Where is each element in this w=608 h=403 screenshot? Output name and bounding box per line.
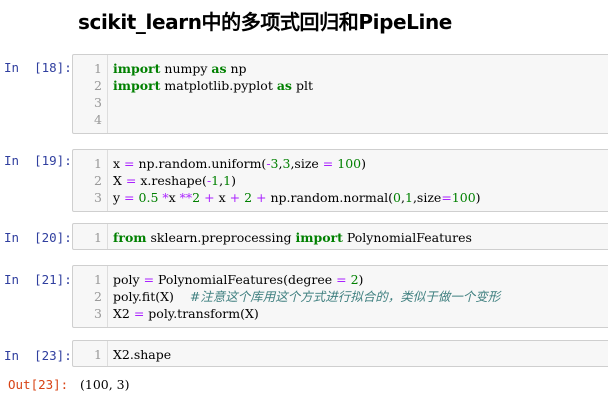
code-token: PolynomialFeatures — [342, 230, 472, 245]
input-prompt: In [19]: — [4, 153, 72, 168]
line-number: 3 — [94, 306, 102, 321]
code-token: matplotlib.pyplot — [160, 78, 277, 93]
code-token: y — [113, 190, 125, 205]
code-token: poly — [113, 272, 144, 287]
code-token: poly.transform(X) — [144, 306, 259, 321]
line-number: 2 — [94, 173, 102, 188]
operator-token: = — [125, 173, 137, 188]
code-line[interactable]: y = 0.5 *x **2 + x + 2 + np.random.norma… — [113, 189, 481, 206]
input-prompt: In [20]: — [4, 230, 72, 245]
code-cell[interactable]: 1 X2.shape — [72, 340, 608, 367]
code-token: x — [113, 156, 125, 171]
line-number: 1 — [94, 61, 102, 76]
code-token: X — [113, 173, 126, 188]
number-token: 1 — [404, 190, 413, 205]
code-token: plt — [291, 78, 313, 93]
keyword-token: as — [276, 78, 292, 93]
code-token: ,size — [412, 190, 442, 205]
operator-token: = — [441, 190, 452, 205]
code-token: x.reshape( — [136, 173, 207, 188]
line-number: 4 — [94, 112, 102, 127]
code-token: np.random.normal( — [266, 190, 394, 205]
code-token: ) — [358, 272, 364, 287]
line-number: 2 — [94, 289, 102, 304]
number-token: 2 — [192, 190, 201, 205]
number-token: 3 — [270, 156, 279, 171]
code-token: X2.shape — [113, 347, 172, 362]
output-prompt: Out[23]: — [8, 377, 69, 392]
code-token: poly.fit(X) — [113, 289, 190, 304]
operator-token: + — [256, 190, 267, 205]
code-token: x — [168, 190, 180, 205]
operator-token: + — [204, 190, 215, 205]
keyword-token: import — [113, 78, 161, 93]
code-token: x — [214, 190, 230, 205]
code-token: np — [226, 61, 247, 76]
keyword-token: as — [211, 61, 227, 76]
code-cell[interactable]: 1 import numpy as np 2 import matplotlib.py… — [72, 54, 608, 134]
line-number: 3 — [94, 95, 102, 110]
code-cell[interactable]: 1 poly = PolynomialFeatures(degree = 2) 2 p… — [72, 265, 608, 328]
code-cell[interactable]: 1 from sklearn.preprocessing import Polyn… — [72, 223, 608, 250]
code-token: ) — [475, 190, 481, 205]
code-token: sklearn.preprocessing — [146, 230, 296, 245]
code-cell[interactable]: 1x = np.random.uniform(-3,3,size = 100) 2… — [72, 149, 608, 212]
number-token: 2 — [244, 190, 253, 205]
code-token: np.random.uniform( — [134, 156, 267, 171]
code-token: X2 — [113, 306, 134, 321]
code-token: numpy — [160, 61, 212, 76]
code-line[interactable]: from sklearn.preprocessing import Polyno… — [113, 229, 472, 246]
notebook-title: scikit_learn中的多项式回归和PipeLine — [78, 10, 452, 34]
input-prompt: In [18]: — [4, 60, 72, 75]
comment-token: #注意这个库用这个方式进行拟合的，类似于做一个变形 — [189, 289, 501, 304]
line-number: 3 — [94, 190, 102, 205]
code-line[interactable]: X2.shape — [113, 346, 171, 363]
code-line[interactable]: poly.fit(X) #注意这个库用这个方式进行拟合的，类似于做一个变形 — [113, 288, 500, 305]
operator-token: = — [124, 190, 135, 205]
number-token: 1 — [211, 173, 220, 188]
input-prompt: In [21]: — [4, 272, 72, 287]
operator-token: = — [336, 272, 347, 287]
code-line[interactable]: import matplotlib.pyplot as plt — [113, 77, 313, 94]
number-token: 100 — [451, 190, 476, 205]
keyword-token: import — [295, 230, 343, 245]
output-value: (100, 3) — [80, 377, 130, 392]
operator-token: = — [133, 306, 145, 321]
operator-token: ** — [179, 190, 193, 205]
operator-token: = — [143, 272, 155, 287]
code-token: PolynomialFeatures(degree — [154, 272, 337, 287]
number-token: 100 — [337, 156, 362, 171]
line-number: 1 — [94, 347, 102, 362]
number-token: 1 — [223, 173, 232, 188]
number-token: 0 — [393, 190, 401, 205]
code-line[interactable]: x = np.random.uniform(-3,3,size = 100) — [113, 155, 366, 172]
keyword-token: import — [113, 61, 161, 76]
code-line[interactable]: import numpy as np — [113, 60, 247, 77]
operator-token: + — [229, 190, 241, 205]
operator-token: = — [322, 156, 334, 171]
code-line[interactable]: X = x.reshape(-1,1) — [113, 172, 236, 189]
number-token: 2 — [350, 272, 359, 287]
code-token: ,size — [290, 156, 323, 171]
code-line[interactable]: poly = PolynomialFeatures(degree = 2) — [113, 271, 363, 288]
line-number: 2 — [94, 78, 102, 93]
code-token: ) — [231, 173, 236, 188]
code-token: ) — [361, 156, 366, 171]
line-number: 1 — [94, 230, 102, 245]
input-prompt: In [23]: — [4, 348, 72, 363]
number-token: 0.5 — [138, 190, 159, 205]
operator-token: = — [124, 156, 135, 171]
code-line[interactable]: X2 = poly.transform(X) — [113, 305, 259, 322]
line-number: 1 — [94, 272, 102, 287]
keyword-token: from — [113, 230, 147, 245]
line-number: 1 — [94, 156, 102, 171]
